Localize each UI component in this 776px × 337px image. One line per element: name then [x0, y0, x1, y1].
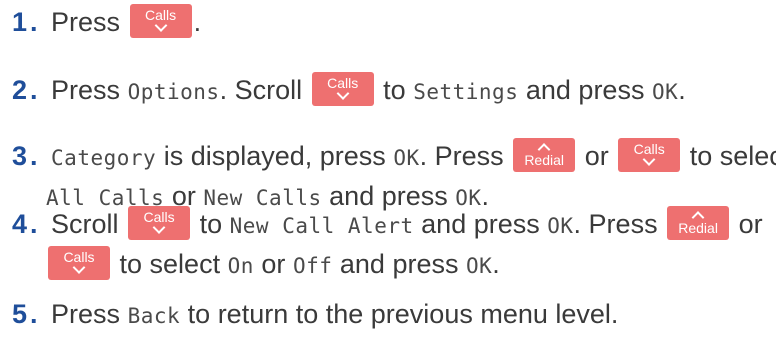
step-number: 1 [12, 7, 28, 37]
display-text-ok: OK [651, 80, 679, 104]
display-text-on: On [227, 254, 254, 278]
step-number: 2 [12, 75, 28, 105]
redial-key-icon: Redial [513, 137, 576, 172]
display-text-settings: Settings [413, 80, 519, 104]
calls-key-icon: Calls [311, 71, 374, 106]
redial-key-icon: Redial [667, 205, 730, 240]
display-text-options: Options [127, 80, 220, 104]
display-text-back: Back [127, 304, 181, 328]
step-text: Press [51, 7, 121, 37]
step-1: 1. Press Calls. [12, 2, 201, 42]
calls-key-icon: Calls [128, 205, 191, 240]
step-number: 5 [12, 299, 28, 329]
display-text-ok: OK [465, 254, 493, 278]
display-text-off: Off [292, 254, 333, 278]
display-text-ok: OK [547, 214, 574, 238]
calls-key-icon: Calls [129, 3, 192, 38]
display-text-new-call-alert: New Call Alert [229, 214, 414, 238]
step-4: 4. Scroll Calls to New Call Alert and pr… [12, 204, 763, 284]
step-number: 3 [12, 141, 28, 171]
calls-key-icon: Calls [48, 245, 110, 280]
calls-key-icon: Calls [618, 137, 681, 172]
display-text-ok: OK [393, 146, 420, 170]
display-text-category: Category [51, 146, 157, 170]
step-2: 2. Press Options. Scroll Calls to Settin… [12, 70, 686, 110]
step-number: 4 [12, 209, 28, 239]
step-5: 5. Press Back to return to the previous … [12, 294, 618, 334]
